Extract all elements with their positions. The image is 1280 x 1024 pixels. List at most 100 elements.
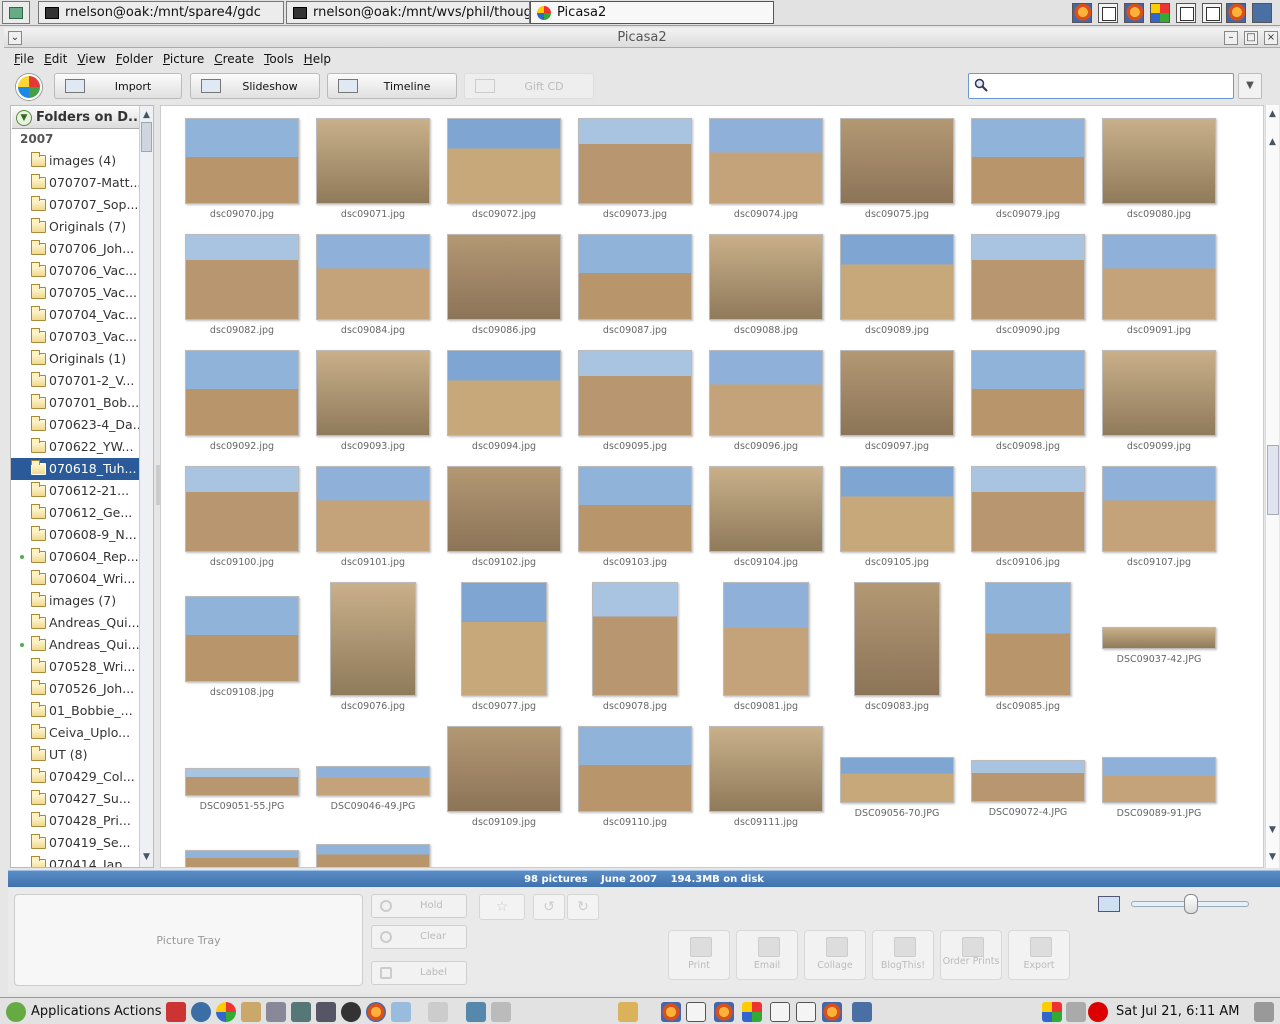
photo-image[interactable] (578, 350, 692, 436)
photo-thumbnail[interactable]: dsc09076.jpg (316, 582, 430, 712)
photo-image[interactable] (971, 234, 1085, 320)
folder-item[interactable]: Originals (1) (11, 348, 139, 370)
mail-icon[interactable] (391, 1002, 411, 1022)
folder-item[interactable]: 070419_Se... (11, 832, 139, 854)
photo-thumbnail[interactable]: dsc09080.jpg (1102, 118, 1216, 248)
photo-thumbnail[interactable]: dsc09071.jpg (316, 118, 430, 248)
photo-thumbnail[interactable]: DSC09089-91.JPG (1102, 726, 1216, 856)
photo-image[interactable] (709, 118, 823, 204)
photo-image[interactable] (316, 844, 430, 867)
photo-image[interactable] (316, 766, 430, 796)
photo-image[interactable] (723, 582, 809, 696)
photo-thumbnail[interactable]: dsc09105.jpg (840, 466, 954, 596)
photo-thumbnail[interactable]: dsc09077.jpg (447, 582, 561, 712)
photo-thumbnail[interactable]: dsc09100.jpg (185, 466, 299, 596)
picture-tray[interactable]: Picture Tray (14, 894, 363, 986)
slider-knob[interactable] (1184, 894, 1198, 914)
folder-item[interactable]: 070701_Bob... (11, 392, 139, 414)
applications-menu[interactable]: Applications (31, 1004, 110, 1019)
folder-item[interactable]: 070706_Vac... (11, 260, 139, 282)
photo-image[interactable] (185, 234, 299, 320)
photo-image[interactable] (185, 768, 299, 796)
menu-view[interactable]: View (77, 52, 105, 66)
folder-item[interactable]: 070414_Jap... (11, 854, 139, 867)
tray-picasa-icon[interactable] (1042, 1002, 1062, 1022)
photo-thumbnail[interactable]: dsc09083.jpg (840, 582, 954, 712)
photo-thumbnail[interactable]: dsc09085.jpg (971, 582, 1085, 712)
folder-item[interactable]: 070703_Vac... (11, 326, 139, 348)
photo-thumbnail[interactable]: dsc09082.jpg (185, 234, 299, 364)
photo-thumbnail[interactable]: dsc09111.jpg (709, 726, 823, 856)
photo-thumbnail[interactable]: dsc09109.jpg (447, 726, 561, 856)
folder-item[interactable]: 070704_Vac... (11, 304, 139, 326)
hold-button[interactable]: Hold (371, 894, 467, 918)
window-menu-icon[interactable]: ⌄ (8, 31, 22, 45)
photo-thumbnail[interactable]: dsc09098.jpg (971, 350, 1085, 480)
photo-image[interactable] (316, 234, 430, 320)
firefox-icon[interactable] (1124, 3, 1144, 23)
firefox-task-icon[interactable] (714, 1002, 734, 1022)
phone-icon[interactable] (428, 1002, 448, 1022)
photo-thumbnail[interactable]: dsc09091.jpg (1102, 234, 1216, 364)
folder-item[interactable]: 070622_YW... (11, 436, 139, 458)
firefox-task-icon[interactable] (661, 1002, 681, 1022)
photo-thumbnail[interactable]: dsc09072.jpg (447, 118, 561, 248)
workspace-icon[interactable] (1252, 3, 1272, 23)
menu-edit[interactable]: Edit (44, 52, 67, 66)
photo-thumbnail[interactable]: dsc09110.jpg (578, 726, 692, 856)
photo-image[interactable] (971, 466, 1085, 552)
folder-item[interactable]: 070429_Col... (11, 766, 139, 788)
alert-icon[interactable] (1088, 1002, 1108, 1022)
photo-thumbnail[interactable]: dsc09092.jpg (185, 350, 299, 480)
photo-thumbnail[interactable]: dsc09087.jpg (578, 234, 692, 364)
photo-thumbnail[interactable]: dsc09074.jpg (709, 118, 823, 248)
photo-image[interactable] (1102, 466, 1216, 552)
close-icon[interactable]: × (1264, 31, 1278, 45)
photo-thumbnail[interactable]: dsc09096.jpg (709, 350, 823, 480)
picasa-icon[interactable] (216, 1002, 236, 1022)
photo-image[interactable] (840, 234, 954, 320)
network-status-icon[interactable] (1066, 1002, 1086, 1022)
gnome-foot-icon[interactable] (6, 1002, 26, 1022)
folder-icon[interactable] (618, 1002, 638, 1022)
photo-image[interactable] (854, 582, 940, 696)
clock[interactable]: Sat Jul 21, 6:11 AM (1116, 1004, 1240, 1019)
photo-image[interactable] (185, 466, 299, 552)
timeline-button[interactable]: Timeline (327, 73, 457, 99)
scrollbar-thumb[interactable] (141, 122, 152, 152)
photo-thumbnail[interactable]: dsc09102.jpg (447, 466, 561, 596)
firefox-icon[interactable] (1072, 3, 1092, 23)
folder-item[interactable]: 070427_Su... (11, 788, 139, 810)
task-terminal-2[interactable]: rnelson@oak:/mnt/wvs/phil/thoughtlet (286, 1, 530, 24)
photo-thumbnail[interactable]: dsc09108.jpg (185, 582, 299, 712)
photo-image[interactable] (840, 350, 954, 436)
photo-thumbnail[interactable]: dsc09099.jpg (1102, 350, 1216, 480)
scroll-up-icon[interactable]: ▲ (1266, 107, 1279, 121)
window-icon[interactable] (1176, 3, 1196, 23)
photo-thumbnail[interactable]: DSC09072-4.JPG (971, 726, 1085, 856)
folder-item[interactable]: UT (8) (11, 744, 139, 766)
folder-item[interactable]: 070707_Sop... (11, 194, 139, 216)
minimize-icon[interactable]: – (1224, 31, 1238, 45)
desktop-icon[interactable] (2, 1, 30, 24)
photo-image[interactable] (578, 726, 692, 812)
folder-item[interactable]: Andreas_Qui... (11, 612, 139, 634)
photo-image[interactable] (971, 760, 1085, 802)
photo-thumbnail[interactable]: dsc09086.jpg (447, 234, 561, 364)
photo-image[interactable] (447, 466, 561, 552)
scroll-up-icon[interactable]: ▲ (1266, 135, 1279, 149)
export-button[interactable]: Export (1008, 930, 1070, 980)
photo-thumbnail[interactable]: dsc09107.jpg (1102, 466, 1216, 596)
clear-button[interactable]: Clear (371, 925, 467, 949)
photo-thumbnail[interactable]: dsc09101.jpg (316, 466, 430, 596)
photo-image[interactable] (840, 757, 954, 803)
order-prints-button[interactable]: Order Prints (940, 930, 1002, 980)
sidebar-scrollbar[interactable]: ▲ ▼ (139, 106, 153, 867)
menu-picture[interactable]: Picture (163, 52, 204, 66)
monitor-icon[interactable] (316, 1002, 336, 1022)
search-input[interactable] (968, 73, 1234, 99)
window-task-icon[interactable] (796, 1002, 816, 1022)
photo-image[interactable] (447, 234, 561, 320)
folder-item[interactable]: images (4) (11, 150, 139, 172)
photo-image[interactable] (592, 582, 678, 696)
